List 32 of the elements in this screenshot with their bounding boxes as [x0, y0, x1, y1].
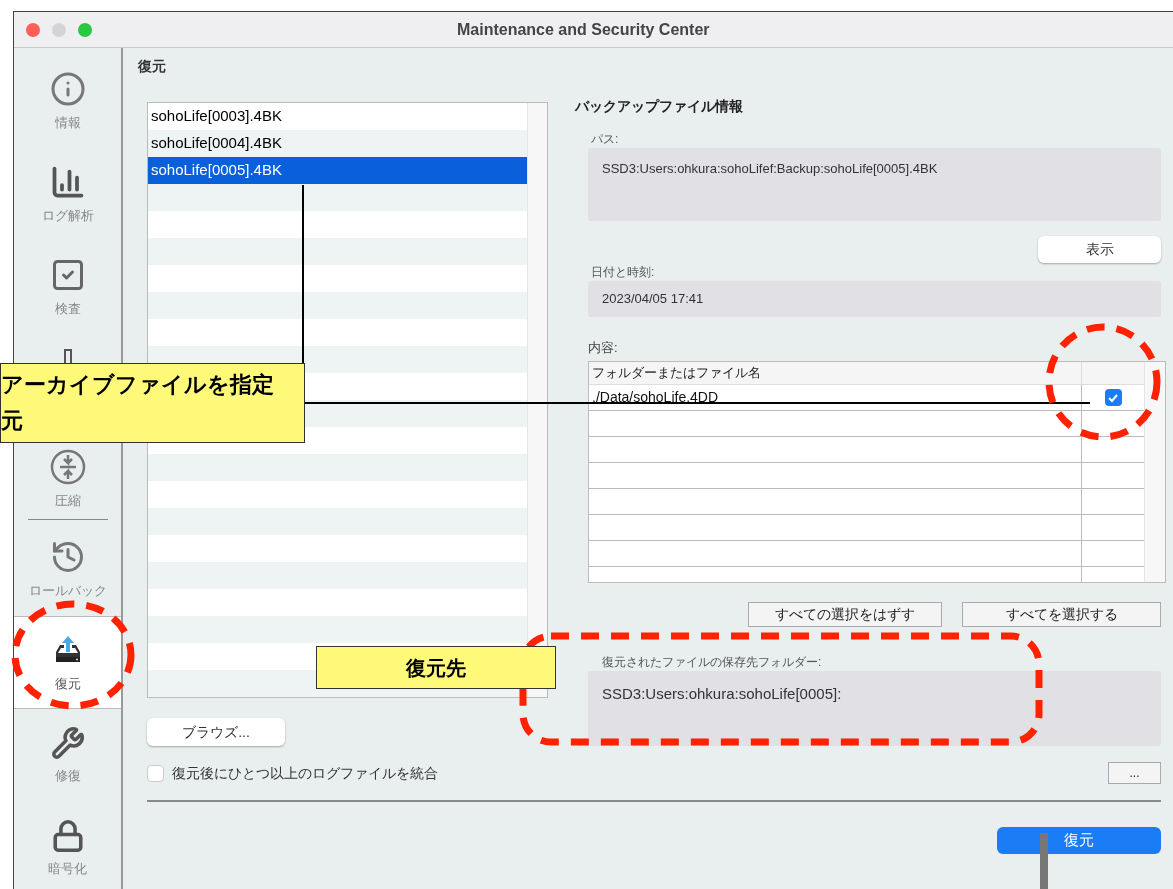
compress-icon	[49, 448, 86, 485]
browse-button[interactable]: ブラウズ...	[147, 718, 285, 746]
select-all-button[interactable]: すべてを選択する	[962, 602, 1161, 627]
field-label: 復元されたファイルの保存先フォルダー:	[601, 655, 823, 669]
page-title: 復元	[138, 58, 167, 74]
section-heading: バックアップファイル情報	[575, 97, 744, 116]
window-title: Maintenance and Security Center	[457, 19, 710, 40]
destination-field: SSD3:Users:ohkura:sohoLife[0005]:	[588, 671, 1161, 746]
date-field: 2023/04/05 17:41	[588, 281, 1161, 317]
path-field: SSD3:Users:ohkura:sohoLifef:Backup:sohoLife[0005].4BK	[588, 148, 1161, 221]
callout-text: 復元先	[406, 655, 466, 681]
sidebar-item[interactable]: 復元	[14, 616, 121, 709]
checkbox[interactable]	[147, 765, 164, 782]
wrench-icon	[50, 725, 85, 760]
list-item[interactable]: sohoLife[0005].4BK	[148, 157, 527, 184]
lock-icon	[50, 818, 85, 853]
field-label: パス:	[590, 132, 620, 146]
choose-folder-button[interactable]: ...	[1108, 762, 1161, 784]
minimize-button[interactable]	[52, 22, 66, 37]
pointer-bar	[1040, 833, 1048, 889]
deselect-all-button[interactable]: すべての選択をはずす	[748, 602, 942, 627]
zoom-button[interactable]	[78, 22, 92, 37]
field-label: 日付と時刻:	[590, 265, 656, 279]
show-button[interactable]: 表示	[1038, 236, 1161, 263]
table-cell-text: ./Data/sohoLife.4DD	[591, 388, 720, 407]
checkbox-label: 復元後にひとつ以上のログファイルを統合	[172, 764, 438, 783]
field-label: 内容:	[588, 339, 619, 357]
checkbox[interactable]	[1104, 389, 1122, 406]
info-icon	[49, 70, 86, 107]
close-button[interactable]	[26, 22, 40, 37]
callout-text: 元	[1, 407, 24, 435]
restore-button[interactable]: 復元	[997, 827, 1161, 854]
